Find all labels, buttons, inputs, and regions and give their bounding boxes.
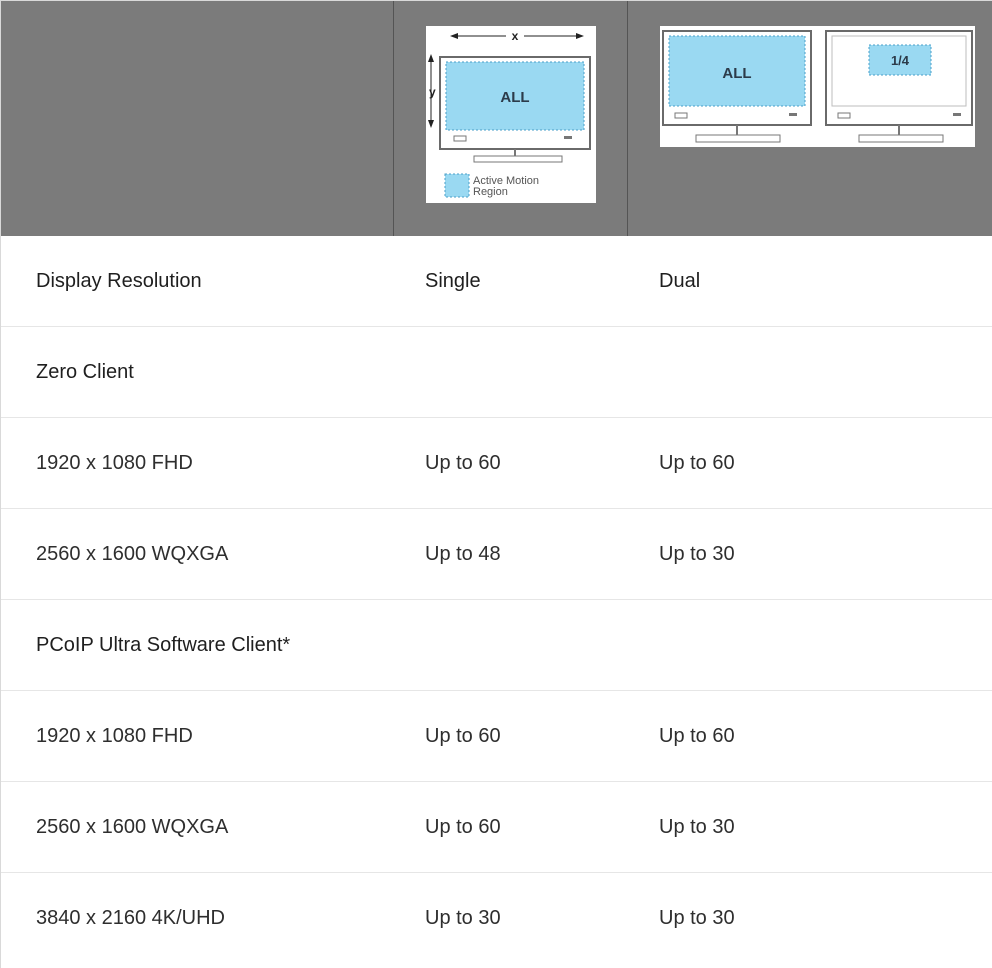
- table-row: 2560 x 1600 WQXGA Up to 48 Up to 30: [1, 508, 992, 600]
- dual-cell: Up to 30: [659, 906, 735, 929]
- dual-cell: [627, 326, 992, 418]
- header-dual-display-cell: ALL 1/4: [627, 1, 992, 236]
- legend-line-2: Region: [473, 186, 508, 198]
- dual-cell: Up to 60: [627, 690, 992, 782]
- table-row: 3840 x 2160 4K/UHD Up to 30 Up to 30: [1, 873, 992, 964]
- resolution-cell: 2560 x 1600 WQXGA: [1, 508, 393, 600]
- section-header-row: PCoIP Ultra Software Client*: [1, 599, 992, 691]
- table-row: 2560 x 1600 WQXGA Up to 60 Up to 30: [1, 781, 992, 873]
- fps-table-container: x y ALL Active Motion Region ALL 1/4 Dis…: [0, 0, 992, 968]
- table-header-image-row: x y ALL Active Motion Region ALL 1/4: [1, 1, 992, 236]
- header-empty-cell: [1, 1, 394, 236]
- dual-cell: Up to 30: [627, 781, 992, 873]
- table-row: 1920 x 1080 FHD Up to 60 Up to 60: [1, 690, 992, 782]
- section-title: PCoIP Ultra Software Client*: [1, 599, 393, 691]
- resolution-cell: Display Resolution: [1, 236, 393, 327]
- frame-rate-table: x y ALL Active Motion Region ALL 1/4 Dis…: [1, 1, 992, 963]
- resolution-cell: 1920 x 1080 FHD: [1, 417, 393, 509]
- single-cell: Up to 48: [393, 508, 627, 600]
- y-dimension-label: y: [429, 85, 436, 99]
- dual-right-screen-label: 1/4: [890, 53, 909, 68]
- dual-cell: [627, 599, 992, 691]
- x-dimension-label: x: [511, 29, 518, 43]
- dual-left-screen-label: ALL: [722, 65, 751, 82]
- table-row: 1920 x 1080 FHD Up to 60 Up to 60: [1, 417, 992, 509]
- single-cell: Up to 60: [393, 781, 627, 873]
- section-title: Zero Client: [1, 326, 393, 418]
- single-cell: [393, 326, 627, 418]
- table-body: Display Resolution Single Dual Zero Client 1…: [1, 236, 992, 963]
- dual-display-diagram: ALL 1/4: [659, 26, 975, 147]
- single-screen-label: ALL: [500, 89, 529, 106]
- dual-cell: Up to 60: [627, 417, 992, 509]
- single-cell: Up to 30: [425, 906, 501, 929]
- single-cell: Up to 60: [393, 417, 627, 509]
- dual-cell: Up to 30: [627, 508, 992, 600]
- single-cell: [393, 599, 627, 691]
- section-header-row: Zero Client: [1, 326, 992, 418]
- single-display-diagram: x y ALL Active Motion Region: [425, 26, 596, 203]
- dual-cell: Dual: [627, 236, 992, 327]
- single-cell: Single: [393, 236, 627, 327]
- column-header-row: Display Resolution Single Dual: [1, 236, 992, 327]
- header-single-display-cell: x y ALL Active Motion Region: [393, 1, 628, 236]
- single-cell: Up to 60: [393, 690, 627, 782]
- resolution-cell: 3840 x 2160 4K/UHD: [36, 906, 226, 929]
- resolution-cell: 1920 x 1080 FHD: [1, 690, 393, 782]
- resolution-cell: 2560 x 1600 WQXGA: [1, 781, 393, 873]
